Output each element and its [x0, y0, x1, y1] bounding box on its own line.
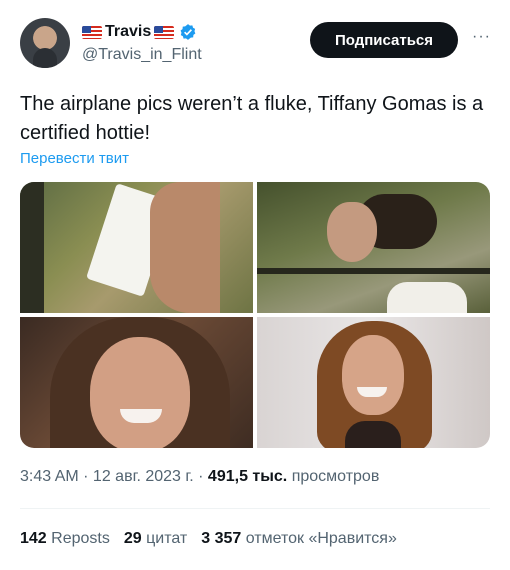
quotes-label: цитат: [141, 530, 188, 547]
photo-4[interactable]: [257, 317, 490, 448]
photo-2[interactable]: [257, 182, 490, 313]
tweet-time[interactable]: 3:43 AM: [20, 468, 79, 485]
us-flag-icon: [154, 25, 175, 39]
tweet-text: The airplane pics weren’t a fluke, Tiffa…: [20, 93, 484, 144]
meta-separator: ·: [78, 468, 93, 485]
quotes-count: 29: [123, 530, 142, 547]
tweet-meta: 3:43 AM · 12 авг. 2023 г. · 491,5 тыс. п…: [20, 468, 379, 486]
translate-tweet-link[interactable]: Перевести твит: [20, 150, 129, 167]
meta-separator: ·: [193, 468, 208, 485]
photo-1[interactable]: [20, 182, 253, 313]
display-name[interactable]: Travis: [105, 23, 151, 41]
reposts-count: 142: [20, 530, 47, 547]
divider: [20, 508, 490, 509]
views-count: 491,5 тыс.: [207, 468, 288, 485]
reposts-label: Reposts: [46, 530, 110, 547]
likes-count: 3 357: [201, 530, 242, 547]
photo-3[interactable]: [20, 317, 253, 448]
more-options-icon[interactable]: ···: [472, 28, 490, 48]
avatar[interactable]: [20, 18, 70, 68]
subscribe-button[interactable]: Подписаться: [310, 22, 458, 58]
quotes-stat[interactable]: 29 цитат: [124, 530, 187, 548]
likes-stat[interactable]: 3 357 отметок «Нравится»: [201, 530, 397, 548]
display-name-row[interactable]: Travis: [82, 22, 202, 42]
engagement-stats: 142 Reposts 29 цитат 3 357 отметок «Нрав…: [20, 530, 397, 548]
user-handle[interactable]: @Travis_in_Flint: [82, 46, 202, 64]
tweet-header: Travis @Travis_in_Flint Подписаться ···: [20, 18, 490, 70]
us-flag-icon: [82, 25, 102, 39]
reposts-stat[interactable]: 142 Reposts: [20, 530, 110, 548]
user-names: Travis @Travis_in_Flint: [82, 22, 202, 64]
views-label: просмотров: [287, 468, 380, 485]
media-grid: [20, 182, 490, 448]
verified-badge-icon: [180, 24, 196, 40]
likes-label: отметок «Нравится»: [241, 530, 397, 547]
tweet-date[interactable]: 12 авг. 2023 г.: [93, 468, 194, 485]
